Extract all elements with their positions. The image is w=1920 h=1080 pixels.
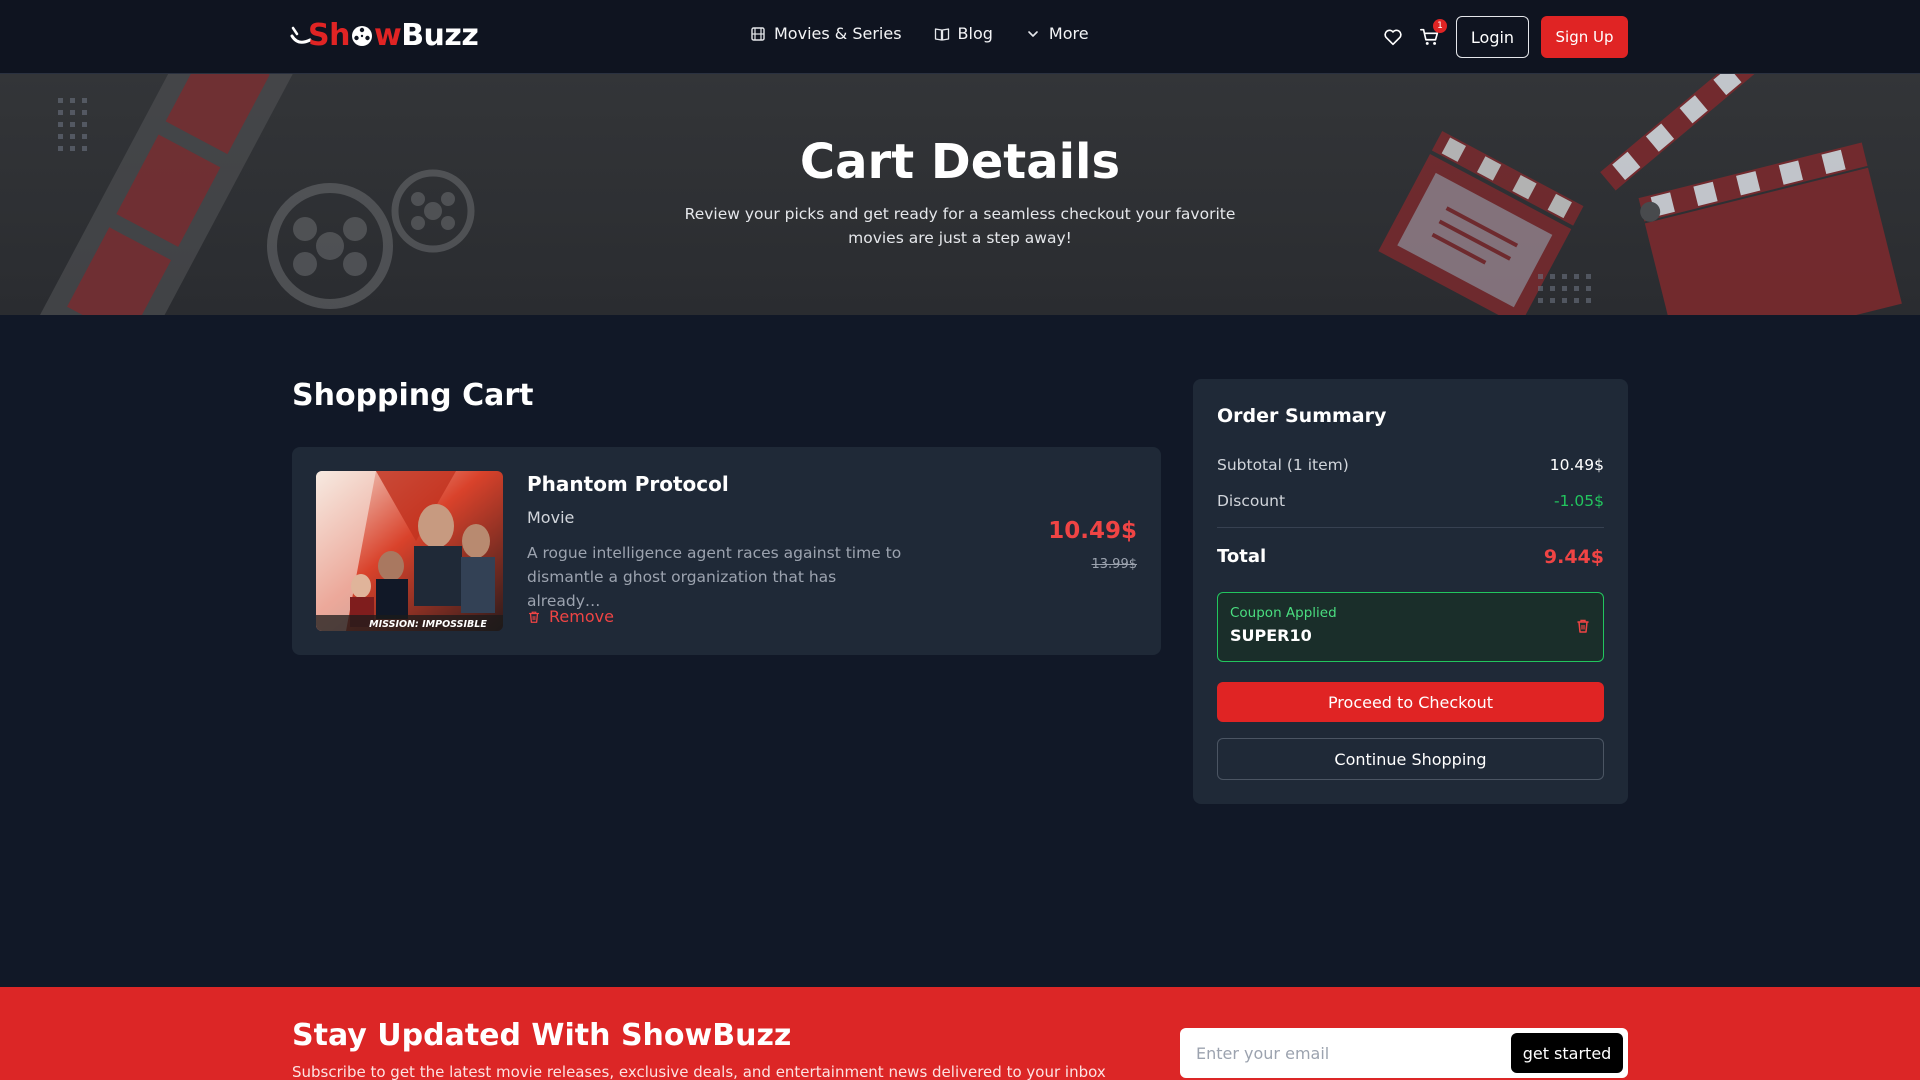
cart-count-badge: 1 (1433, 19, 1447, 33)
shopping-cart-title: Shopping Cart (292, 378, 534, 413)
coupon-code: SUPER10 (1230, 626, 1312, 645)
heart-icon[interactable] (1382, 26, 1404, 48)
poster-caption: MISSION: IMPOSSIBLE (369, 619, 487, 630)
login-button[interactable]: Login (1456, 16, 1529, 58)
subtotal-label: Subtotal (1 item) (1217, 456, 1349, 474)
discount-value: -1.05$ (1554, 492, 1604, 510)
chevron-down-icon (1028, 30, 1038, 37)
showbuzz-logo[interactable]: Sh wBuzz (290, 14, 479, 56)
remove-item-button[interactable]: Remove (527, 607, 614, 626)
continue-shopping-button[interactable]: Continue Shopping (1217, 738, 1604, 780)
nav-more-label: More (1048, 24, 1089, 43)
main-nav: Movies & Series Blog More (750, 24, 1089, 43)
proceed-to-checkout-button[interactable]: Proceed to Checkout (1217, 682, 1604, 722)
cart-item-type: Movie (527, 508, 575, 527)
cart-item-price: 10.49$ (1048, 518, 1137, 544)
summary-divider (1217, 527, 1604, 528)
nav-blog-label: Blog (957, 24, 993, 43)
film-icon (751, 26, 765, 41)
newsletter-subtitle: Subscribe to get the latest movie releas… (292, 1063, 1106, 1080)
movie-poster[interactable]: MISSION: IMPOSSIBLE (316, 471, 503, 631)
cart-item-old-price: 13.99$ (1091, 557, 1138, 572)
newsletter-title: Stay Updated With ShowBuzz (292, 1018, 792, 1053)
cart-item-description: A rogue intelligence agent races against… (527, 544, 902, 610)
film-reel-logo-icon (351, 25, 372, 46)
trash-icon (528, 611, 540, 623)
nav-movies-series-label: Movies & Series (774, 24, 902, 43)
remove-label: Remove (549, 607, 614, 626)
book-icon (934, 27, 949, 41)
nav-blog[interactable]: Blog (934, 24, 993, 43)
order-summary-title: Order Summary (1217, 405, 1387, 427)
total-label: Total (1217, 546, 1267, 567)
newsletter-email-input[interactable] (1196, 1036, 1496, 1070)
remove-coupon-trash-icon[interactable] (1575, 618, 1591, 634)
discount-label: Discount (1217, 492, 1286, 510)
total-value: 9.44$ (1543, 546, 1604, 568)
poster-image: MISSION: IMPOSSIBLE (316, 471, 503, 631)
page-title: Cart Details (799, 134, 1121, 190)
logo-text: Sh wBuzz (308, 17, 479, 53)
page-subtitle: Review your picks and get ready for a se… (684, 205, 1236, 247)
hero-decoration (40, 74, 1902, 315)
subtotal-value: 10.49$ (1549, 456, 1604, 474)
nav-movies-series[interactable]: Movies & Series (750, 24, 902, 43)
cart-item-title[interactable]: Phantom Protocol (527, 472, 729, 496)
nav-more[interactable]: More (1025, 24, 1089, 43)
hero-banner (0, 74, 1920, 315)
signup-button[interactable]: Sign Up (1541, 16, 1628, 58)
get-started-button[interactable]: get started (1511, 1033, 1623, 1073)
coupon-applied-label: Coupon Applied (1230, 605, 1337, 621)
